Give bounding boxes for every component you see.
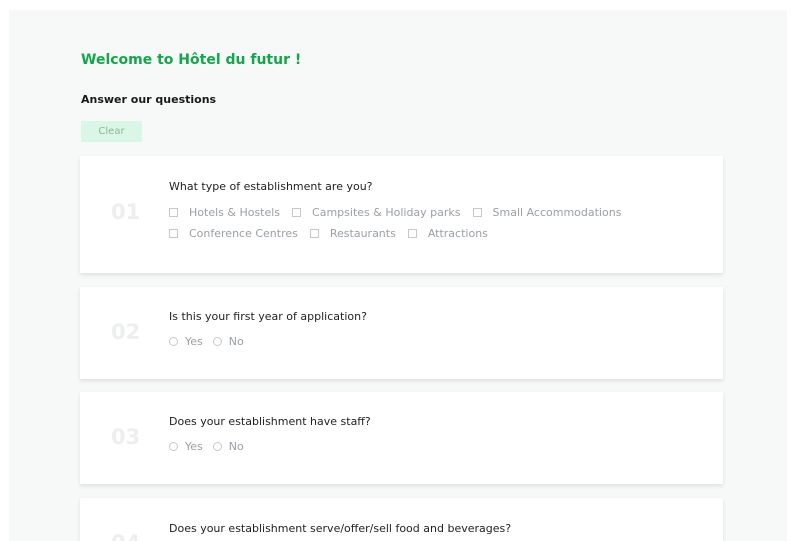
question-card-04: 04 Does your establishment serve/offer/s… bbox=[80, 498, 723, 541]
option-label: Campsites & Holiday parks bbox=[312, 206, 461, 219]
option-label: No bbox=[228, 335, 244, 348]
question-number: 03 bbox=[111, 425, 141, 449]
option-label: Hotels & Hostels bbox=[189, 206, 281, 219]
option-label: Yes bbox=[185, 440, 203, 453]
page-title: Welcome to Hôtel du futur ! bbox=[81, 52, 302, 68]
option-yes[interactable]: Yes bbox=[169, 335, 203, 348]
question-card-03: 03 Does your establishment have staff? Y… bbox=[80, 392, 723, 484]
option-label: Yes bbox=[185, 335, 203, 348]
checkbox[interactable] bbox=[472, 208, 482, 217]
options-row: Yes No bbox=[169, 440, 254, 453]
options-row: Yes No bbox=[169, 335, 254, 348]
question-text: Is this your first year of application? bbox=[169, 310, 367, 323]
question-number: 02 bbox=[111, 320, 141, 344]
options-row: Hotels & Hostels Campsites & Holiday par… bbox=[169, 206, 633, 219]
checkbox[interactable] bbox=[292, 208, 302, 217]
questionnaire-page: Welcome to Hôtel du futur ! Answer our q… bbox=[9, 10, 787, 541]
question-text: What type of establishment are you? bbox=[169, 180, 373, 193]
checkbox[interactable] bbox=[169, 229, 178, 238]
option-label: Conference Centres bbox=[189, 227, 298, 240]
checkbox[interactable] bbox=[309, 229, 319, 238]
question-text: Does your establishment serve/offer/sell… bbox=[169, 522, 512, 535]
option-label: Attractions bbox=[427, 227, 488, 240]
option-hotels-hostels[interactable]: Hotels & Hostels bbox=[169, 206, 280, 219]
question-card-02: 02 Is this your first year of applicatio… bbox=[80, 287, 723, 379]
question-number: 01 bbox=[111, 200, 141, 224]
option-small-accommodations[interactable]: Small Accommodations bbox=[472, 206, 622, 219]
question-card-01: 01 What type of establishment are you? H… bbox=[80, 156, 723, 273]
radio-button[interactable] bbox=[212, 442, 222, 451]
radio-button[interactable] bbox=[212, 337, 222, 346]
option-label: No bbox=[228, 440, 244, 453]
checkbox[interactable] bbox=[407, 229, 417, 238]
option-campsites-holiday-parks[interactable]: Campsites & Holiday parks bbox=[292, 206, 461, 219]
option-restaurants[interactable]: Restaurants bbox=[309, 227, 396, 240]
options-row: Conference Centres Restaurants Attractio… bbox=[169, 227, 500, 240]
page-subtitle: Answer our questions bbox=[81, 93, 217, 106]
question-text: Does your establishment have staff? bbox=[169, 415, 371, 428]
option-label: Restaurants bbox=[329, 227, 396, 240]
checkbox[interactable] bbox=[169, 208, 178, 217]
option-yes[interactable]: Yes bbox=[169, 440, 203, 453]
radio-button[interactable] bbox=[169, 442, 178, 451]
option-attractions[interactable]: Attractions bbox=[407, 227, 488, 240]
option-no[interactable]: No bbox=[212, 440, 244, 453]
option-label: Small Accommodations bbox=[492, 206, 622, 219]
option-no[interactable]: No bbox=[212, 335, 244, 348]
option-conference-centres[interactable]: Conference Centres bbox=[169, 227, 298, 240]
radio-button[interactable] bbox=[169, 337, 178, 346]
question-number: 04 bbox=[111, 531, 140, 541]
clear-button[interactable]: Clear bbox=[81, 121, 142, 142]
